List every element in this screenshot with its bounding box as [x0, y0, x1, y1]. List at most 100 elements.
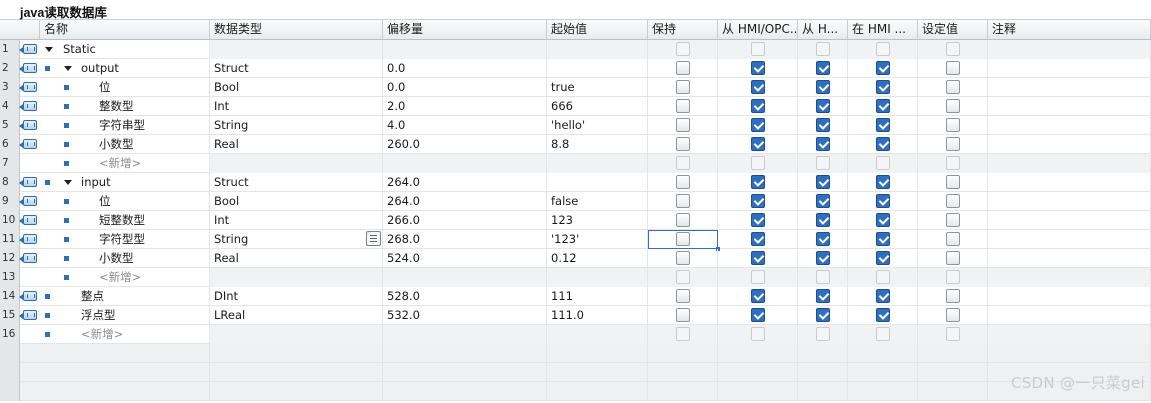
cell-start[interactable]	[547, 268, 648, 287]
cell-type[interactable]	[210, 268, 383, 287]
row-number[interactable]: 11	[0, 230, 20, 249]
cell-start[interactable]	[547, 154, 648, 173]
expand-arrow-icon[interactable]	[45, 47, 53, 52]
cell-comment[interactable]	[988, 249, 1151, 268]
column-header-retain[interactable]: 保持	[648, 20, 718, 39]
cell-type[interactable]: String	[210, 230, 383, 249]
cell-comment[interactable]	[988, 135, 1151, 154]
cell-type[interactable]: Bool	[210, 192, 383, 211]
cell-type[interactable]: Int	[210, 211, 383, 230]
cell-offset[interactable]: 2.0	[383, 97, 547, 116]
cell-start[interactable]: '123'	[547, 230, 648, 249]
row-number[interactable]: 5	[0, 116, 20, 135]
hmi-h-checkbox[interactable]	[816, 194, 830, 208]
cell-comment[interactable]	[988, 154, 1151, 173]
row-number[interactable]: 15	[0, 306, 20, 325]
cell-comment[interactable]	[988, 287, 1151, 306]
hmi-opc-checkbox[interactable]	[751, 289, 765, 303]
setpoint-checkbox[interactable]	[946, 118, 960, 132]
tag-name[interactable]: 小数型	[99, 249, 134, 267]
setpoint-checkbox[interactable]	[946, 99, 960, 113]
column-header-comment[interactable]: 注释	[988, 20, 1151, 39]
retain-checkbox[interactable]	[676, 327, 690, 341]
tag-name[interactable]: 字符串型	[99, 116, 145, 134]
retain-checkbox[interactable]	[676, 80, 690, 94]
table-row[interactable]: 7 <新增>	[0, 154, 1151, 173]
cell-type[interactable]: Bool	[210, 78, 383, 97]
setpoint-checkbox[interactable]	[946, 289, 960, 303]
tag-name[interactable]: <新增>	[99, 154, 141, 172]
cell-type[interactable]	[210, 325, 383, 344]
retain-checkbox[interactable]	[676, 118, 690, 132]
expand-arrow-icon[interactable]	[64, 66, 72, 71]
hmi-h-checkbox[interactable]	[816, 308, 830, 322]
cell-start[interactable]: 0.12	[547, 249, 648, 268]
hmi-opc-checkbox[interactable]	[751, 61, 765, 75]
tag-name[interactable]: input	[81, 173, 111, 191]
column-header-setpoint[interactable]: 设定值	[918, 20, 988, 39]
cell-comment[interactable]	[988, 59, 1151, 78]
cell-offset[interactable]	[383, 154, 547, 173]
retain-checkbox[interactable]	[676, 137, 690, 151]
hmi-h-checkbox[interactable]	[816, 232, 830, 246]
cell-start[interactable]: 111	[547, 287, 648, 306]
column-header-hmi_opc[interactable]: 从 HMI/OPC...	[718, 20, 798, 39]
cell-comment[interactable]	[988, 230, 1151, 249]
cell-start[interactable]: 8.8	[547, 135, 648, 154]
setpoint-checkbox[interactable]	[946, 42, 960, 56]
row-number[interactable]: 16	[0, 325, 20, 344]
cell-comment[interactable]	[988, 211, 1151, 230]
retain-checkbox[interactable]	[676, 175, 690, 189]
table-row[interactable]: 9 Bool 264.0 false 位	[0, 192, 1151, 211]
in-hmi-checkbox[interactable]	[876, 61, 890, 75]
cell-offset[interactable]: 532.0	[383, 306, 547, 325]
hmi-opc-checkbox[interactable]	[751, 156, 765, 170]
cell-comment[interactable]	[988, 325, 1151, 344]
hmi-opc-checkbox[interactable]	[751, 80, 765, 94]
table-row[interactable]: 4 Int 2.0 666 整数型	[0, 97, 1151, 116]
retain-checkbox[interactable]	[676, 156, 690, 170]
in-hmi-checkbox[interactable]	[876, 194, 890, 208]
row-number[interactable]: 12	[0, 249, 20, 268]
cell-offset[interactable]: 524.0	[383, 249, 547, 268]
table-row[interactable]: 6 Real 260.0 8.8 小数型	[0, 135, 1151, 154]
in-hmi-checkbox[interactable]	[876, 289, 890, 303]
table-row[interactable]: 2 Struct 0.0 output	[0, 59, 1151, 78]
table-row[interactable]: 13 <新增>	[0, 268, 1151, 287]
column-header-name[interactable]: 名称	[40, 20, 210, 39]
hmi-opc-checkbox[interactable]	[751, 42, 765, 56]
hmi-h-checkbox[interactable]	[816, 156, 830, 170]
cell-comment[interactable]	[988, 40, 1151, 59]
cell-type[interactable]: String	[210, 116, 383, 135]
table-row[interactable]: 1 Static	[0, 40, 1151, 59]
setpoint-checkbox[interactable]	[946, 194, 960, 208]
in-hmi-checkbox[interactable]	[876, 232, 890, 246]
retain-checkbox[interactable]	[676, 194, 690, 208]
table-row[interactable]: 16 <新增>	[0, 325, 1151, 344]
retain-checkbox[interactable]	[676, 308, 690, 322]
tag-name[interactable]: 浮点型	[81, 306, 116, 324]
row-number[interactable]: 13	[0, 268, 20, 287]
cell-start[interactable]: 123	[547, 211, 648, 230]
tag-name[interactable]: <新增>	[81, 325, 123, 343]
cell-type[interactable]	[210, 154, 383, 173]
row-number[interactable]: 6	[0, 135, 20, 154]
retain-checkbox[interactable]	[676, 99, 690, 113]
column-header-hmi_h[interactable]: 从 H...	[798, 20, 848, 39]
cell-comment[interactable]	[988, 192, 1151, 211]
hmi-h-checkbox[interactable]	[816, 118, 830, 132]
cell-type[interactable]: LReal	[210, 306, 383, 325]
cell-start[interactable]: true	[547, 78, 648, 97]
cell-offset[interactable]	[383, 325, 547, 344]
cell-offset[interactable]: 4.0	[383, 116, 547, 135]
cell-start[interactable]	[547, 40, 648, 59]
hmi-opc-checkbox[interactable]	[751, 137, 765, 151]
setpoint-checkbox[interactable]	[946, 213, 960, 227]
hmi-h-checkbox[interactable]	[816, 137, 830, 151]
cell-offset[interactable]: 260.0	[383, 135, 547, 154]
tag-name[interactable]: 位	[99, 78, 111, 96]
hmi-opc-checkbox[interactable]	[751, 251, 765, 265]
setpoint-checkbox[interactable]	[946, 175, 960, 189]
cell-type[interactable]: Int	[210, 97, 383, 116]
column-header-start[interactable]: 起始值	[547, 20, 648, 39]
